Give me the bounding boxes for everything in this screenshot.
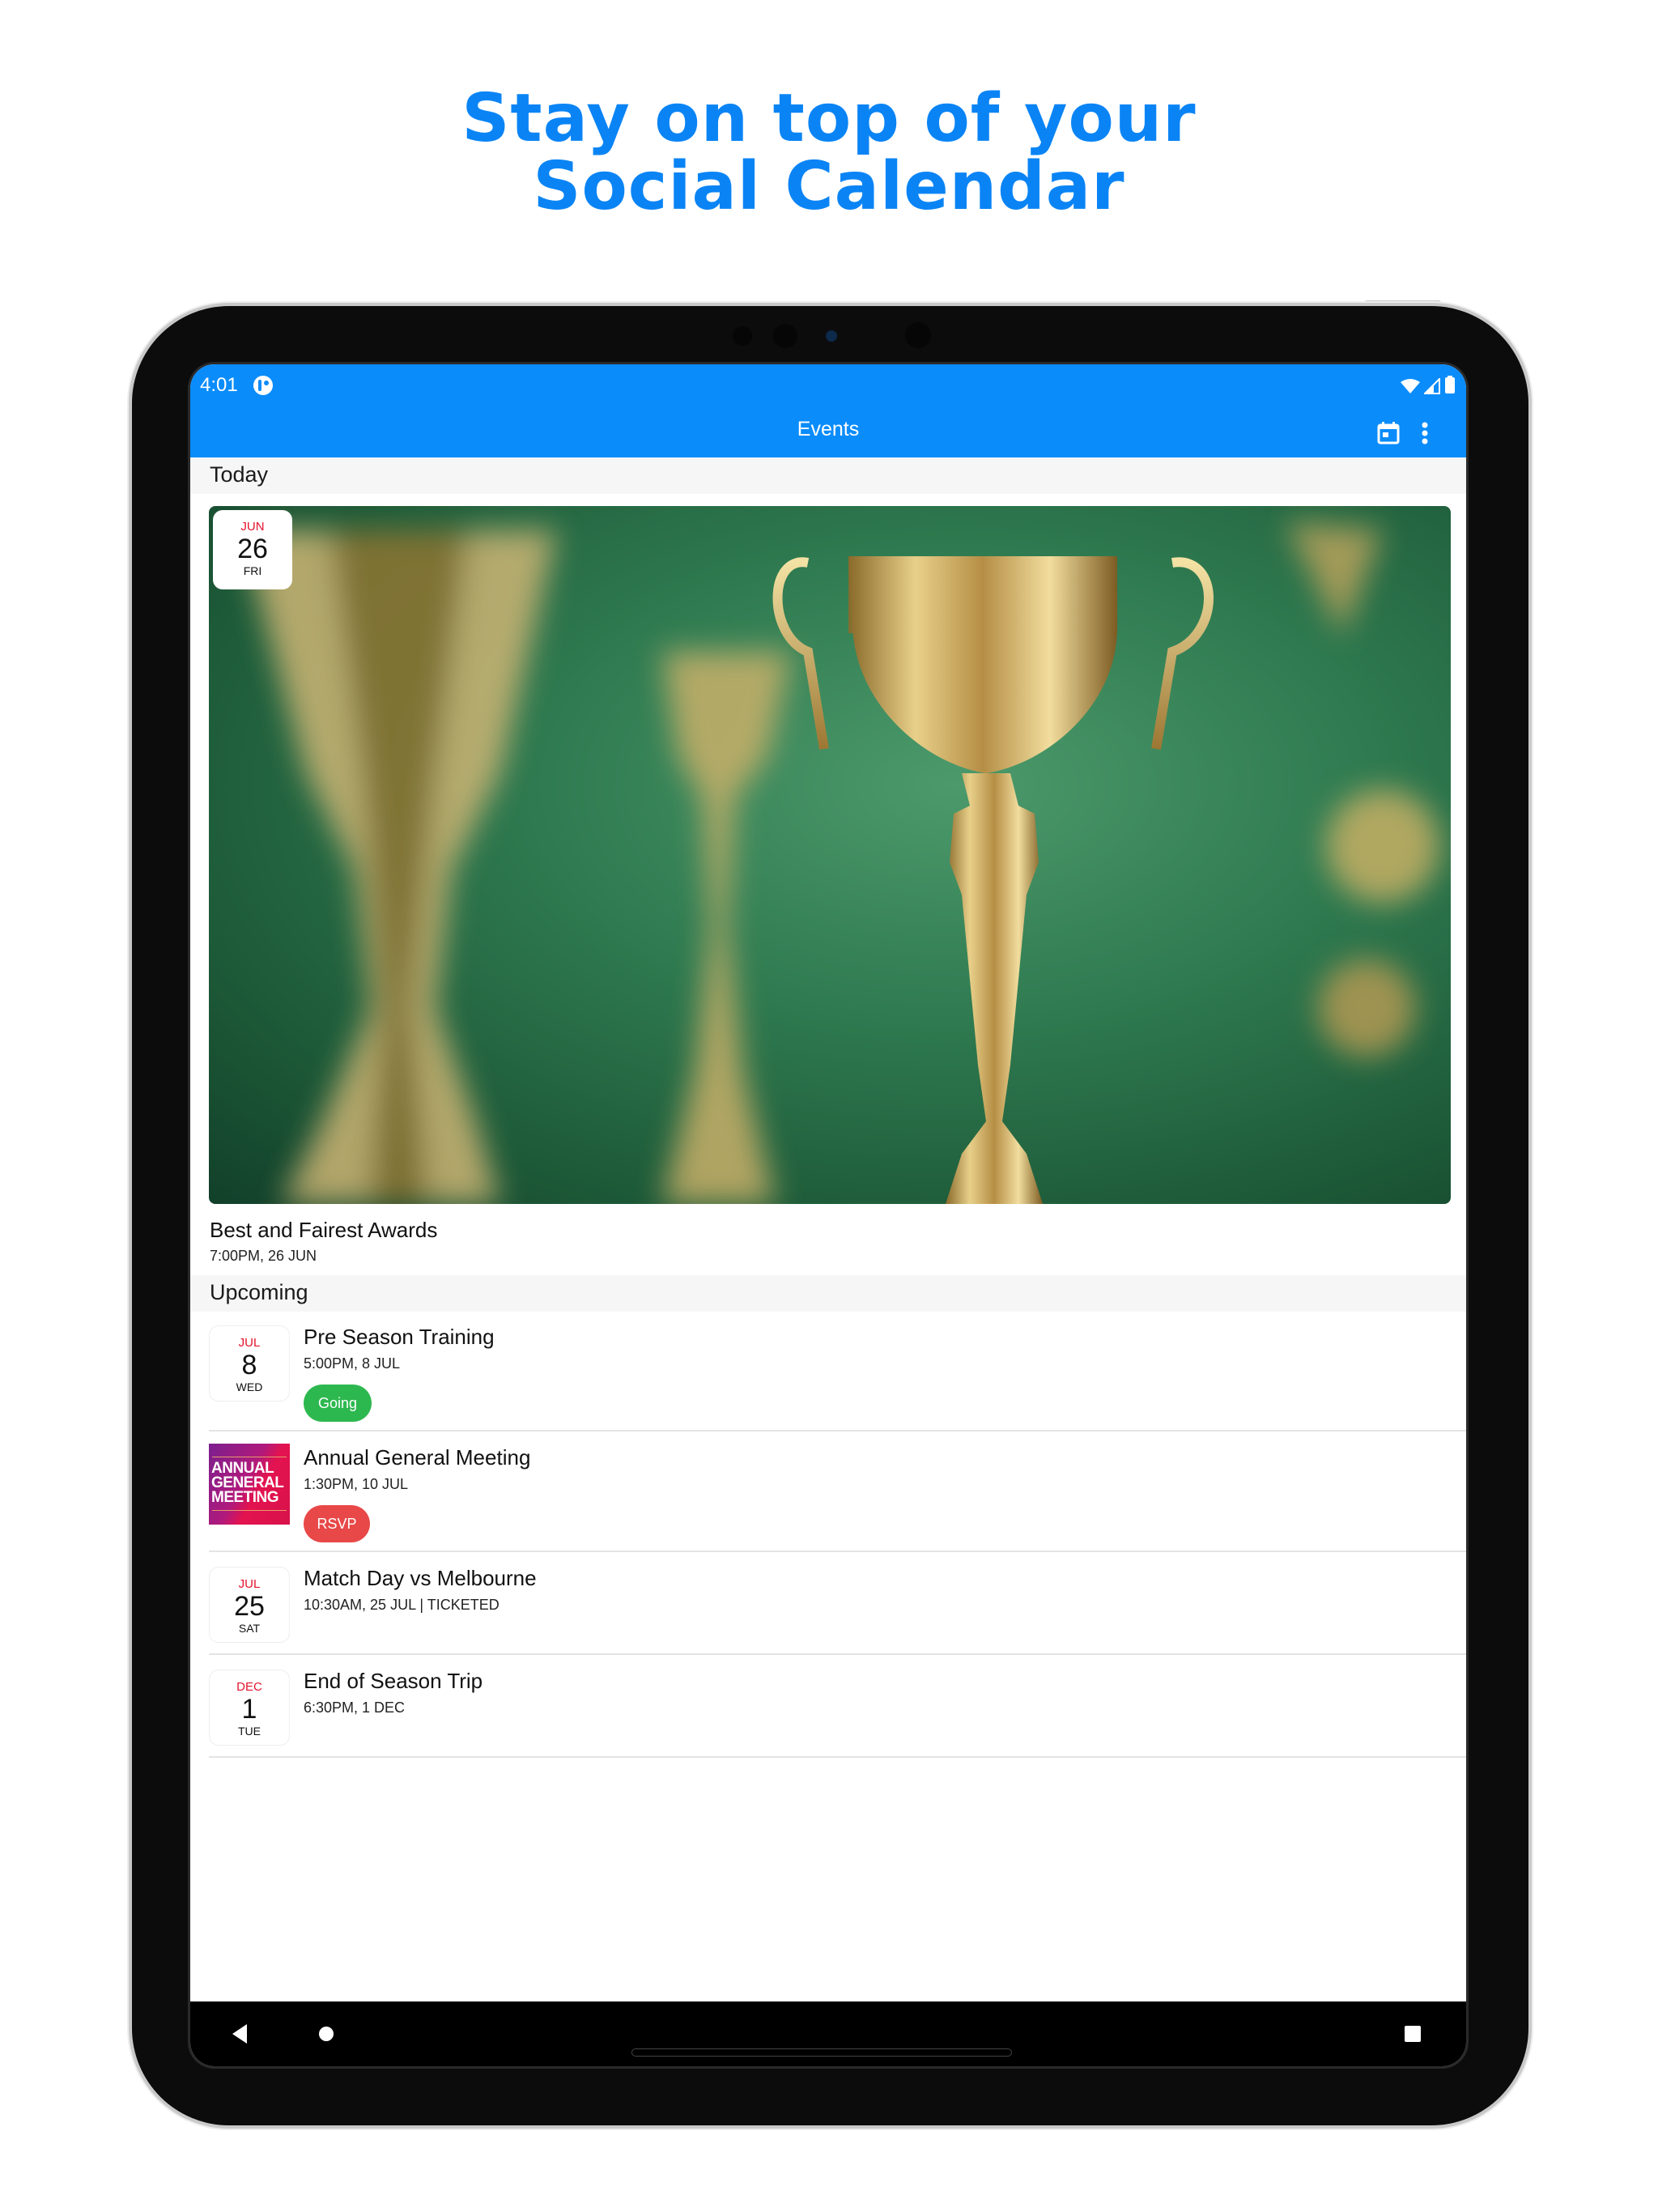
section-header-upcoming: Upcoming: [190, 1275, 1466, 1312]
status-bar: 4:01: [190, 364, 1466, 409]
event-title[interactable]: Pre Season Training: [304, 1325, 495, 1350]
featured-event-image[interactable]: JUN 26 FRI: [209, 506, 1451, 1204]
featured-date-badge: JUN 26 FRI: [213, 510, 292, 589]
badge-day: 25: [234, 1591, 265, 1622]
section-header-today: Today: [190, 457, 1466, 494]
event-time: 10:30AM, 25 JUL | TICKETED: [304, 1597, 500, 1613]
rsvp-button[interactable]: RSVP: [304, 1505, 370, 1542]
event-time: 5:00PM, 8 JUL: [304, 1355, 401, 1372]
thumbnail-line: MEETING: [211, 1489, 279, 1506]
section-header-label: Upcoming: [210, 1280, 308, 1304]
calendar-icon[interactable]: [1376, 421, 1401, 449]
featured-event-title[interactable]: Best and Fairest Awards: [210, 1218, 437, 1243]
event-date-badge: JUL 8 WED: [209, 1325, 290, 1402]
agm-thumbnail: ANNUAL GENERAL MEETING: [209, 1444, 290, 1525]
more-vert-icon[interactable]: [1421, 422, 1429, 449]
app-bar-title: Events: [797, 418, 860, 440]
marketing-headline: Stay on top of your Social Calendar: [0, 85, 1658, 221]
app-bar: Events: [190, 409, 1466, 457]
event-title[interactable]: End of Season Trip: [304, 1669, 483, 1694]
going-status-pill[interactable]: Going: [304, 1385, 372, 1422]
badge-dow: TUE: [238, 1725, 261, 1738]
event-title[interactable]: Annual General Meeting: [304, 1445, 530, 1470]
headline-line-2: Social Calendar: [533, 148, 1125, 225]
sensor: [733, 326, 752, 346]
sensor: [905, 322, 931, 348]
event-date-badge: JUL 25 SAT: [209, 1567, 290, 1643]
badge-day: 1: [241, 1694, 257, 1725]
app-notification-icon: [253, 375, 274, 400]
row-divider: [209, 1430, 1466, 1431]
volume-up-button: [1528, 433, 1533, 498]
cell-signal-icon: [1422, 376, 1440, 398]
event-time: 1:30PM, 10 JUL: [304, 1476, 409, 1492]
section-header-label: Today: [210, 462, 269, 487]
badge-month: DEC: [236, 1680, 262, 1694]
featured-event-time: 7:00PM, 26 JUN: [210, 1248, 317, 1264]
recents-icon[interactable]: [1405, 2026, 1421, 2046]
trophy-photo: [241, 522, 1439, 1204]
event-time: 6:30PM, 1 DEC: [304, 1699, 406, 1716]
headline-line-1: Stay on top of your: [461, 80, 1197, 157]
screen: 4:01 Events Today JUN 26 FRI Best and Fa…: [190, 364, 1466, 2066]
row-divider: [209, 1551, 1466, 1552]
sensor: [773, 324, 797, 348]
badge-dow: FRI: [243, 564, 262, 577]
home-indicator[interactable]: [631, 2048, 1012, 2057]
wifi-icon: [1401, 379, 1420, 398]
front-camera: [826, 330, 837, 342]
row-divider: [209, 1756, 1466, 1758]
badge-day: 8: [241, 1350, 257, 1380]
badge-month: JUL: [238, 1577, 261, 1591]
badge-dow: SAT: [238, 1622, 261, 1635]
row-divider: [209, 1653, 1466, 1655]
system-nav-bar: [190, 2001, 1466, 2066]
back-icon[interactable]: [232, 2024, 249, 2048]
badge-month: JUN: [240, 520, 265, 534]
status-time: 4:01: [200, 374, 238, 396]
event-date-badge: DEC 1 TUE: [209, 1670, 290, 1746]
power-button: [1364, 300, 1441, 306]
event-title[interactable]: Match Day vs Melbourne: [304, 1566, 537, 1591]
badge-month: JUL: [238, 1336, 261, 1350]
badge-dow: WED: [236, 1380, 263, 1393]
volume-down-button: [1528, 512, 1533, 576]
home-icon[interactable]: [318, 2026, 334, 2046]
badge-day: 26: [237, 534, 268, 564]
battery-icon: [1445, 376, 1455, 398]
